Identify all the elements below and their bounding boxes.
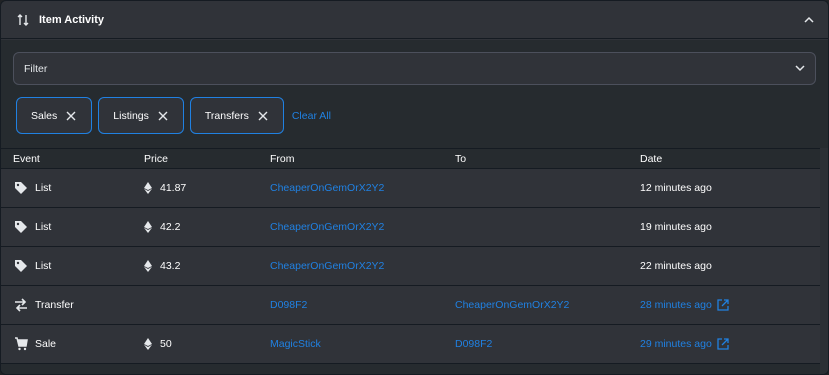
- table-header: Event Price From To Date: [1, 148, 822, 169]
- panel-body: Filter Sales Listings Transfers Clear Al…: [1, 40, 828, 374]
- chip-label: Sales: [31, 109, 58, 122]
- activity-table: Event Price From To Date List 41.87 Cheape…: [1, 148, 822, 364]
- price-cell: 50: [131, 338, 256, 350]
- date-cell: 19 minutes ago: [626, 221, 822, 233]
- table-row[interactable]: List 41.87 CheaperOnGemOrX2Y2 12 minutes ag…: [1, 169, 822, 208]
- cart-icon: [13, 336, 29, 352]
- ethereum-icon: [144, 338, 154, 350]
- to-link[interactable]: CheaperOnGemOrX2Y2: [455, 299, 569, 311]
- table-row[interactable]: List 43.2 CheaperOnGemOrX2Y2 22 minutes ago: [1, 247, 822, 286]
- ethereum-icon: [144, 221, 154, 233]
- tag-icon: [13, 258, 29, 274]
- event-cell: List: [1, 180, 131, 196]
- panel-title: Item Activity: [39, 13, 105, 26]
- price-cell: 41.87: [131, 182, 256, 194]
- table-row[interactable]: List 42.2 CheaperOnGemOrX2Y2 19 minutes ago: [1, 208, 822, 247]
- chip-transfers[interactable]: Transfers: [189, 97, 284, 134]
- chip-sales[interactable]: Sales: [16, 97, 93, 134]
- filter-dropdown[interactable]: Filter: [13, 52, 816, 85]
- table-row[interactable]: Sale 50 MagicStick D098F2 29 minutes ago: [1, 325, 822, 364]
- sort-arrows-icon: [17, 13, 31, 27]
- from-cell: CheaperOnGemOrX2Y2: [256, 260, 441, 272]
- close-icon[interactable]: [257, 110, 269, 122]
- from-link[interactable]: D098F2: [270, 299, 307, 311]
- chip-label: Transfers: [204, 109, 249, 122]
- date-text: 19 minutes ago: [640, 221, 712, 233]
- tag-icon: [13, 180, 29, 196]
- date-text: 22 minutes ago: [640, 260, 712, 272]
- column-header-to: To: [455, 152, 467, 165]
- close-icon[interactable]: [157, 110, 169, 122]
- date-text: 12 minutes ago: [640, 182, 712, 194]
- from-link[interactable]: CheaperOnGemOrX2Y2: [270, 221, 384, 233]
- active-filter-chips: Sales Listings Transfers Clear All: [16, 97, 331, 134]
- transfer-icon: [13, 297, 29, 313]
- price-value: 43.2: [160, 260, 181, 272]
- price-value: 50: [160, 338, 172, 350]
- scrollbar[interactable]: [820, 148, 828, 374]
- chevron-down-icon: [795, 63, 805, 75]
- column-header-price: Price: [144, 152, 168, 165]
- table-row[interactable]: Transfer D098F2 CheaperOnGemOrX2Y2 28 minut…: [1, 286, 822, 325]
- from-link[interactable]: MagicStick: [270, 338, 321, 350]
- from-cell: CheaperOnGemOrX2Y2: [256, 182, 441, 194]
- from-cell: CheaperOnGemOrX2Y2: [256, 221, 441, 233]
- price-value: 41.87: [160, 182, 187, 194]
- ethereum-icon: [144, 182, 154, 194]
- from-link[interactable]: CheaperOnGemOrX2Y2: [270, 182, 384, 194]
- date-cell: 22 minutes ago: [626, 260, 822, 272]
- event-label: List: [35, 182, 52, 194]
- event-label: Transfer: [35, 299, 74, 311]
- price-cell: 42.2: [131, 221, 256, 233]
- filter-label: Filter: [24, 62, 48, 75]
- external-link-icon[interactable]: [717, 299, 730, 312]
- column-header-from: From: [270, 152, 295, 165]
- date-link[interactable]: 29 minutes ago: [640, 338, 712, 350]
- clear-all-link[interactable]: Clear All: [292, 110, 331, 122]
- from-cell: MagicStick: [256, 338, 441, 350]
- event-label: List: [35, 221, 52, 233]
- column-header-event: Event: [13, 152, 40, 165]
- event-cell: List: [1, 219, 131, 235]
- event-label: Sale: [35, 338, 57, 350]
- ethereum-icon: [144, 260, 154, 272]
- from-cell: D098F2: [256, 299, 441, 311]
- chip-listings[interactable]: Listings: [98, 97, 184, 134]
- chevron-up-icon[interactable]: [802, 13, 816, 27]
- event-label: List: [35, 260, 52, 272]
- external-link-icon[interactable]: [717, 338, 730, 351]
- close-icon[interactable]: [65, 110, 77, 122]
- column-header-date: Date: [640, 152, 663, 165]
- to-link[interactable]: D098F2: [455, 338, 492, 350]
- to-cell: D098F2: [441, 338, 626, 350]
- price-cell: 43.2: [131, 260, 256, 272]
- from-link[interactable]: CheaperOnGemOrX2Y2: [270, 260, 384, 272]
- date-cell: 12 minutes ago: [626, 182, 822, 194]
- event-cell: Transfer: [1, 297, 131, 313]
- to-cell: CheaperOnGemOrX2Y2: [441, 299, 626, 311]
- date-cell: 28 minutes ago: [626, 299, 822, 312]
- tag-icon: [13, 219, 29, 235]
- event-cell: List: [1, 258, 131, 274]
- event-cell: Sale: [1, 336, 131, 352]
- date-cell: 29 minutes ago: [626, 338, 822, 351]
- panel-header[interactable]: Item Activity: [1, 1, 828, 39]
- item-activity-panel: Item Activity Filter Sales Listings Tran…: [0, 0, 829, 375]
- date-link[interactable]: 28 minutes ago: [640, 299, 712, 311]
- table-body: List 41.87 CheaperOnGemOrX2Y2 12 minutes ag…: [1, 169, 822, 364]
- price-value: 42.2: [160, 221, 181, 233]
- chip-label: Listings: [113, 109, 149, 122]
